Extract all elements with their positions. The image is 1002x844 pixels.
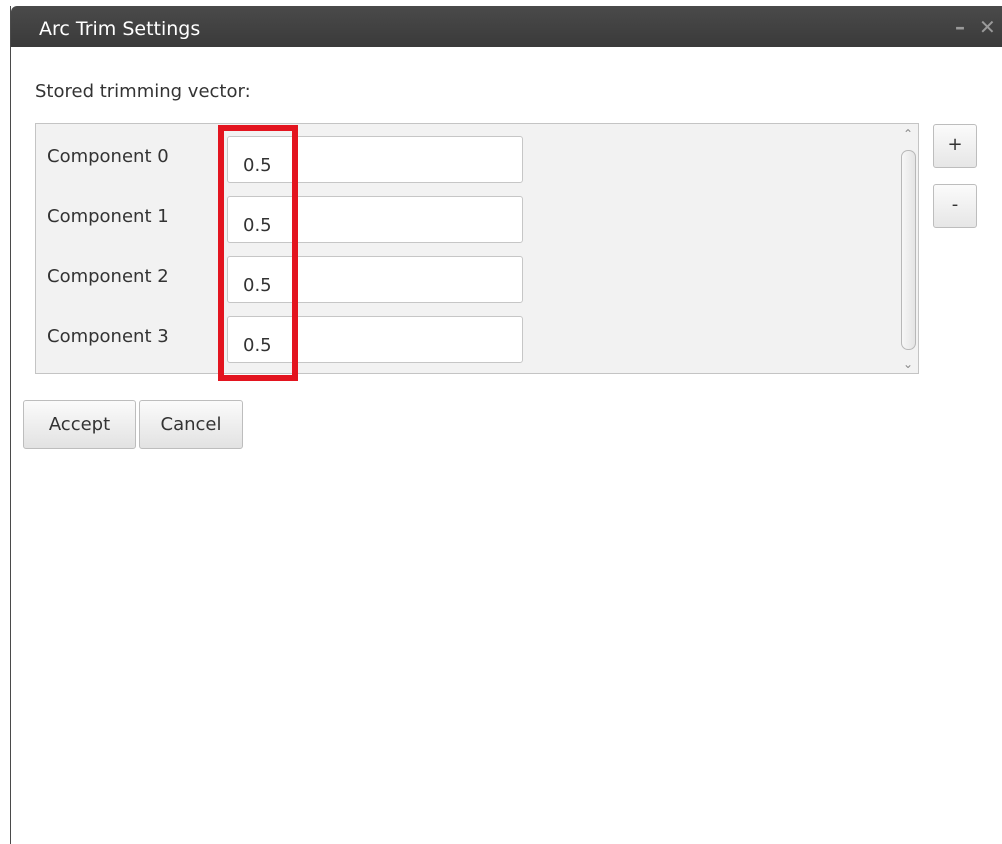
component-1-label: Component 1 <box>47 206 169 227</box>
remove-component-button[interactable]: - <box>933 184 977 228</box>
vertical-scrollbar[interactable]: ⌃ ⌄ <box>898 124 918 373</box>
component-1-input[interactable] <box>227 196 523 243</box>
component-0-input[interactable] <box>227 136 523 183</box>
window-titlebar[interactable]: Arc Trim Settings – ✕ <box>11 6 1002 47</box>
window-title: Arc Trim Settings <box>39 18 201 40</box>
add-component-button[interactable]: + <box>933 124 977 168</box>
component-0-label: Component 0 <box>47 146 169 167</box>
component-3-label: Component 3 <box>47 326 169 347</box>
trimming-vector-list: Component 0 Component 1 Component 2 Comp… <box>35 123 919 374</box>
stored-trimming-vector-label: Stored trimming vector: <box>35 81 251 102</box>
minimize-icon[interactable]: – <box>955 15 965 39</box>
cancel-button[interactable]: Cancel <box>139 400 243 449</box>
scroll-thumb[interactable] <box>901 150 916 350</box>
close-icon[interactable]: ✕ <box>979 15 996 39</box>
arc-trim-settings-window: Arc Trim Settings – ✕ Stored trimming ve… <box>10 6 1002 844</box>
component-2-label: Component 2 <box>47 266 169 287</box>
component-3-input[interactable] <box>227 316 523 363</box>
accept-button[interactable]: Accept <box>23 400 136 449</box>
component-2-input[interactable] <box>227 256 523 303</box>
scroll-down-icon[interactable]: ⌄ <box>898 354 918 374</box>
scroll-up-icon[interactable]: ⌃ <box>898 124 918 144</box>
